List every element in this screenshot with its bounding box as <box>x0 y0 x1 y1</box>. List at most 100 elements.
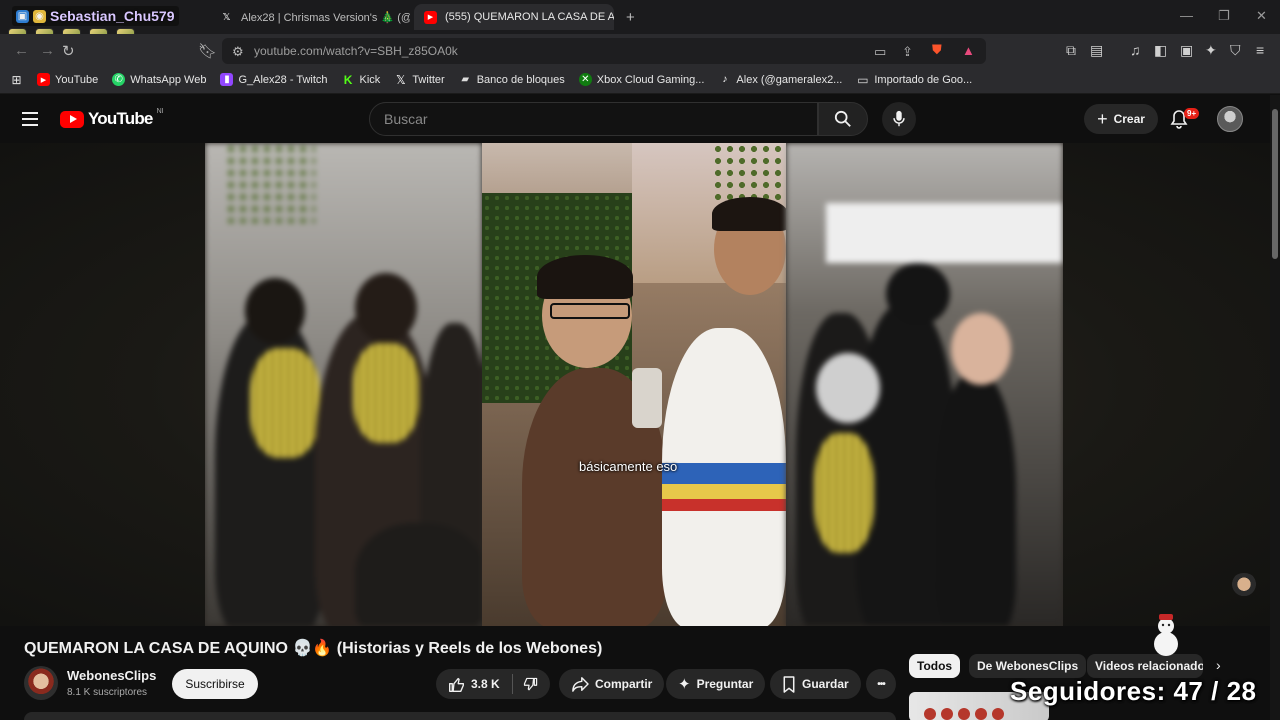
save-button[interactable]: Guardar <box>770 669 861 699</box>
youtube-icon: ▶ <box>424 10 437 24</box>
twitch-icon: ▮ <box>220 73 234 86</box>
youtube-logo-text: YouTube <box>88 109 153 128</box>
tab-label: Alex28 | Chrismas Version's 🎄 (@Ga <box>241 11 410 24</box>
emote-icon: ◉ <box>33 9 46 23</box>
streamer-webcam-avatar <box>1228 573 1260 605</box>
music-icon[interactable]: ♫ <box>1130 42 1141 58</box>
bookmark-folder-imported[interactable]: ▭ Importado de Goo... <box>856 72 973 87</box>
url-field[interactable]: ⚙ youtube.com/watch?v=SBH_z85OA0k <box>222 38 986 64</box>
video-caption: básicamente eso <box>579 459 678 474</box>
kick-icon: K <box>343 72 353 87</box>
youtube-header: YouTube NI Buscar + Crear <box>0 95 1270 143</box>
share-icon[interactable]: ⇪ <box>902 44 913 60</box>
bookmark-label: YouTube <box>55 73 99 86</box>
bookmark-whatsapp[interactable]: ✆ WhatsApp Web <box>112 73 206 86</box>
tiktok-icon: ♪ <box>722 74 728 85</box>
sidebar-icon[interactable]: ◧ <box>1154 42 1167 59</box>
chip-all[interactable]: Todos <box>909 654 961 678</box>
sparkle-icon: ✦ <box>678 676 691 693</box>
thumbs-up-icon <box>449 677 464 692</box>
scrollbar-thumb[interactable] <box>1272 109 1278 259</box>
streamer-name: Sebastian_Chu579 <box>50 8 175 24</box>
close-window-icon[interactable]: ✕ <box>1256 8 1267 24</box>
tab-twitter[interactable]: 𝕏 Alex28 | Chrismas Version's 🎄 (@Ga <box>210 4 410 30</box>
page-scrollbar[interactable] <box>1270 95 1280 720</box>
video-title: QUEMARON LA CASA DE AQUINO 💀🔥 (Historias… <box>24 640 603 657</box>
description-box[interactable] <box>24 712 896 720</box>
share-icon <box>572 677 589 692</box>
leo-ai-icon[interactable]: ✦ <box>1205 42 1217 59</box>
video-panel-center: básicamente eso <box>482 143 786 626</box>
account-avatar[interactable] <box>1217 106 1243 132</box>
bookmark-xbox[interactable]: ✕ Xbox Cloud Gaming... <box>578 73 704 86</box>
apps-grid-icon[interactable]: ⊞ <box>10 73 23 87</box>
bookmark-label: Banco de bloques <box>476 73 565 86</box>
bookmark-save-icon <box>783 675 795 693</box>
video-panel-left <box>205 143 482 626</box>
dislike-button[interactable] <box>508 669 550 699</box>
reader-icon[interactable]: ▤ <box>1090 42 1103 59</box>
video-frame[interactable]: básicamente eso básicamente eso <box>205 143 1063 626</box>
block-icon: ▰ <box>461 74 470 85</box>
bookmark-label: Twitter <box>412 73 445 86</box>
whatsapp-icon: ✆ <box>112 73 126 86</box>
youtube-logo[interactable]: YouTube NI <box>60 108 164 129</box>
bookmark-icon[interactable]: 🔖︎ <box>198 42 217 60</box>
plus-icon: + <box>626 8 635 26</box>
bookmark-label: Importado de Goo... <box>874 73 973 86</box>
reload-icon[interactable]: ↻ <box>62 42 75 60</box>
voice-search-button[interactable] <box>882 102 916 136</box>
bookmark-youtube[interactable]: ▶ YouTube <box>37 73 98 86</box>
bookmark-label: G_Alex28 - Twitch <box>238 73 328 86</box>
streamer-overlay: ▣ ◉ Sebastian_Chu579 <box>12 6 179 26</box>
create-button[interactable]: + Crear <box>1084 104 1158 134</box>
vpn-icon[interactable]: ⛉ <box>1230 42 1241 59</box>
like-count: 3.8 K <box>471 677 500 691</box>
search-button[interactable] <box>818 102 868 136</box>
address-bar-row: ← → ↻ 🔖︎ ⚙ youtube.com/watch?v=SBH_z85OA… <box>0 34 1280 66</box>
bookmark-twitter[interactable]: 𝕏 Twitter <box>394 73 445 87</box>
new-tab-button[interactable]: + <box>620 4 646 30</box>
search-input[interactable]: Buscar <box>369 102 818 136</box>
bookmark-tiktok[interactable]: ♪ Alex (@gameralex2... <box>718 73 842 86</box>
microphone-icon <box>893 110 905 127</box>
wallet-icon[interactable]: ▣ <box>1180 42 1193 59</box>
back-icon[interactable]: ← <box>14 42 29 59</box>
like-button[interactable]: 3.8 K <box>436 669 508 699</box>
recommended-thumbnail-badges <box>924 708 1004 720</box>
channel-avatar[interactable] <box>24 666 58 700</box>
cast-icon[interactable]: ▭ <box>874 44 886 60</box>
x-icon: 𝕏 <box>222 11 231 23</box>
channel-name[interactable]: WebonesClips <box>67 668 156 683</box>
bookmark-banco-bloques[interactable]: ▰ Banco de bloques <box>459 73 565 86</box>
more-actions-button[interactable]: ••• <box>866 669 896 699</box>
share-button[interactable]: Compartir <box>559 669 665 699</box>
chip-related[interactable]: Videos relacionados <box>1087 654 1203 678</box>
chip-from-channel[interactable]: De WebonesClips <box>969 654 1087 678</box>
hamburger-menu-icon[interactable] <box>22 112 38 126</box>
browser-tab-bar: ▣ ◉ Sebastian_Chu579 𝕏 Alex28 | Chrismas… <box>0 0 1280 34</box>
extensions-icon[interactable]: ⧉ <box>1066 42 1076 59</box>
brave-shield-icon[interactable]: ⛊ <box>932 42 942 58</box>
menu-icon[interactable]: ≡ <box>1256 42 1264 58</box>
bookmark-twitch[interactable]: ▮ G_Alex28 - Twitch <box>220 73 328 86</box>
followers-goal-overlay: Seguidores: 47 / 28 <box>1010 676 1257 706</box>
more-dots-icon: ••• <box>877 678 885 690</box>
save-label: Guardar <box>802 677 849 691</box>
tab-youtube[interactable]: ▶ (555) QUEMARON LA CASA DE A ✕ <box>414 4 614 30</box>
minimize-icon[interactable]: — <box>1180 8 1193 23</box>
site-info-icon[interactable]: ⚙ <box>232 44 244 60</box>
tab-label: (555) QUEMARON LA CASA DE A <box>445 11 614 23</box>
bookmark-kick[interactable]: K Kick <box>342 72 381 87</box>
subscribe-button[interactable]: Suscribirse <box>172 669 258 699</box>
restore-icon[interactable]: ❐ <box>1218 8 1230 24</box>
brave-rewards-icon[interactable]: ▲ <box>962 43 975 58</box>
video-player[interactable]: básicamente eso básicamente eso <box>0 143 1270 626</box>
ask-button[interactable]: ✦ Preguntar <box>666 669 766 699</box>
folder-icon: ▭ <box>857 72 869 87</box>
chevron-right-icon[interactable]: › <box>1216 657 1221 673</box>
youtube-play-icon <box>60 110 84 128</box>
forward-icon[interactable]: → <box>40 42 55 59</box>
plus-icon: + <box>1097 108 1108 129</box>
bookmarks-bar: ⊞ ▶ YouTube ✆ WhatsApp Web ▮ G_Alex28 - … <box>0 66 1280 94</box>
